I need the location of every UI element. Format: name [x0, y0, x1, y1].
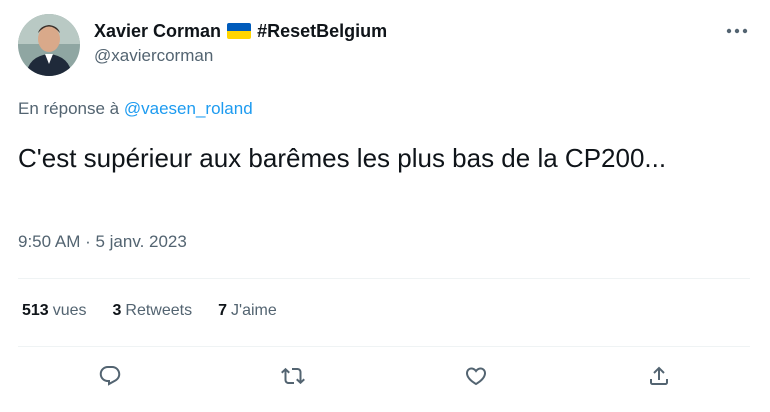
tweet-stats: 513 vues 3 Retweets 7 J'aime — [22, 302, 303, 320]
tweet-card: Xavier Corman #ResetBelgium @xaviercorma… — [0, 0, 770, 412]
avatar-image — [18, 14, 80, 76]
retweet-button[interactable] — [273, 356, 313, 396]
views-count: 513 — [22, 302, 49, 319]
display-name[interactable]: Xavier Corman — [94, 21, 221, 42]
more-button[interactable] — [722, 19, 752, 43]
share-icon — [650, 366, 668, 385]
retweets-count: 3 — [112, 302, 122, 319]
share-button[interactable] — [639, 356, 679, 396]
heart-icon — [465, 367, 487, 386]
retweet-icon — [281, 367, 305, 385]
retweets-stat[interactable]: 3 Retweets — [113, 302, 193, 320]
tweet-text: C'est supérieur aux barêmes les plus bas… — [18, 143, 667, 173]
author-handle[interactable]: @xaviercorman — [94, 46, 213, 66]
author-name-row[interactable]: Xavier Corman #ResetBelgium — [94, 19, 387, 43]
reply-mention-link[interactable]: @vaesen_roland — [124, 99, 253, 118]
likes-stat[interactable]: 7 J'aime — [218, 302, 277, 320]
likes-label: J'aime — [231, 302, 277, 319]
avatar[interactable] — [18, 14, 80, 76]
retweets-label: Retweets — [125, 302, 193, 319]
divider — [18, 346, 750, 347]
reply-prefix: En réponse à — [18, 99, 120, 118]
likes-count: 7 — [218, 302, 228, 319]
reply-button[interactable] — [90, 356, 130, 396]
reply-context: En réponse à @vaesen_roland — [18, 99, 253, 119]
tweet-actions — [18, 356, 750, 398]
divider — [18, 278, 750, 279]
tweet-timestamp[interactable]: 9:50 AM · 5 janv. 2023 — [18, 232, 187, 252]
like-button[interactable] — [456, 356, 496, 396]
views-label: vues — [52, 302, 87, 319]
more-icon — [726, 28, 748, 34]
ukraine-flag-icon — [227, 23, 252, 39]
author-hashtag: #ResetBelgium — [257, 20, 388, 41]
views-stat[interactable]: 513 vues — [22, 302, 87, 320]
reply-icon — [99, 366, 121, 386]
